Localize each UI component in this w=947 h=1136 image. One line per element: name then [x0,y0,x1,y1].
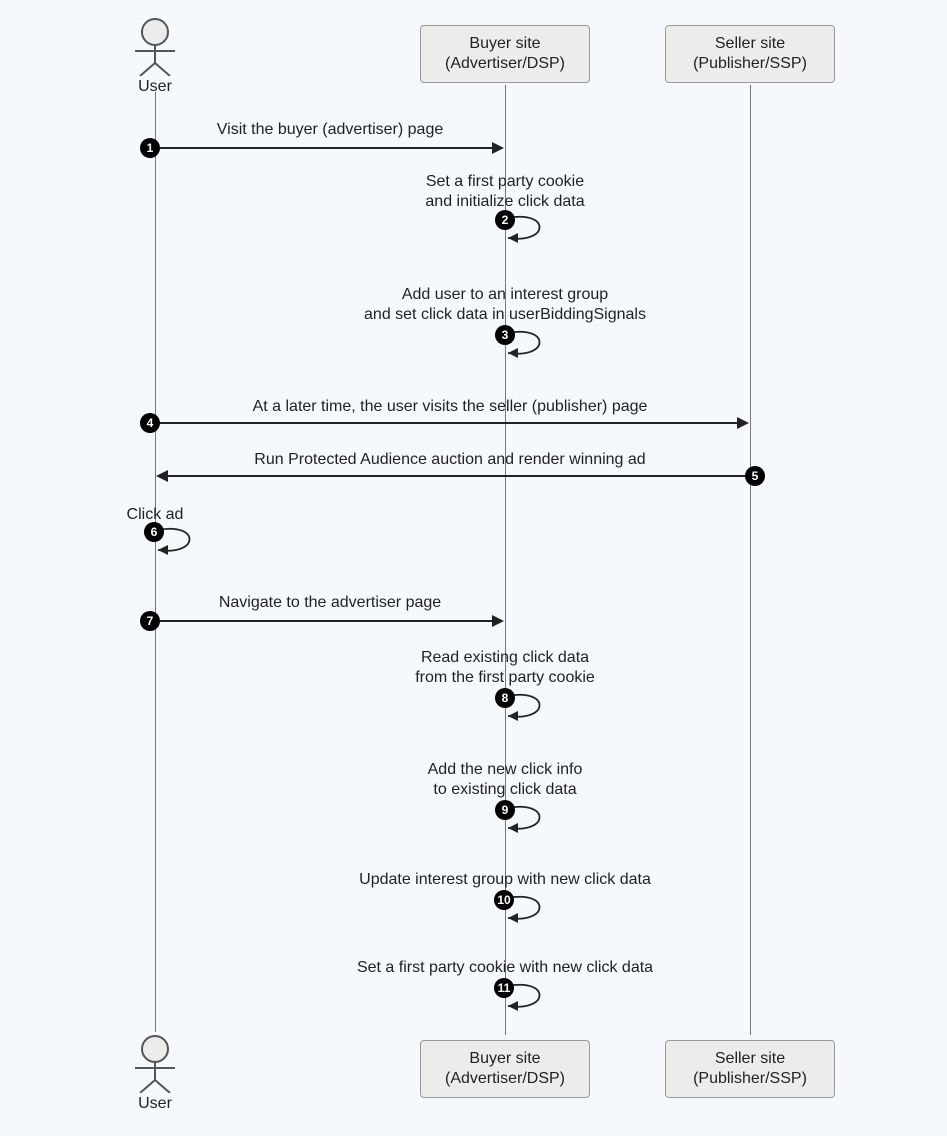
step-8-label: Read existing click data from the first … [390,648,620,688]
seller-participant-bottom: Seller site (Publisher/SSP) [665,1040,835,1098]
seller-participant-top: Seller site (Publisher/SSP) [665,25,835,83]
step-3-label: Add user to an interest group and set cl… [340,285,670,325]
step-6-badge: 6 [144,522,164,542]
step-3-badge: 3 [495,325,515,345]
user-actor-top: User [120,18,190,96]
seller-line2-bottom: (Publisher/SSP) [693,1070,807,1087]
user-actor-bottom: User [120,1035,190,1113]
seller-line1-top: Seller site [715,35,785,52]
step-9-label: Add the new click info to existing click… [400,760,610,800]
user-label-bottom: User [120,1095,190,1113]
step-8-badge: 8 [495,688,515,708]
step-7-arrow [160,620,494,622]
buyer-participant-top: Buyer site (Advertiser/DSP) [420,25,590,83]
step-5-arrow [167,475,747,477]
user-icon [120,18,190,76]
step-1-arrow [160,147,494,149]
buyer-line1-top: Buyer site [469,35,540,52]
step-7-label: Navigate to the advertiser page [205,593,455,613]
step-2-badge: 2 [495,210,515,230]
seller-line1-bottom: Seller site [715,1050,785,1067]
step-7-arrowhead [492,615,504,627]
step-1-label: Visit the buyer (advertiser) page [190,120,470,140]
step-1-badge: 1 [140,138,160,158]
step-4-badge: 4 [140,413,160,433]
buyer-line2-top: (Advertiser/DSP) [445,55,565,72]
step-2-label: Set a first party cookie and initialize … [375,172,635,212]
step-9-badge: 9 [495,800,515,820]
step-10-label: Update interest group with new click dat… [350,870,660,890]
user-label-top: User [120,78,190,96]
step-10-badge: 10 [494,890,514,910]
user-lifeline [155,92,156,1032]
step-1-arrowhead [492,142,504,154]
step-11-badge: 11 [494,978,514,998]
seller-line2-top: (Publisher/SSP) [693,55,807,72]
step-4-label: At a later time, the user visits the sel… [230,397,670,417]
step-11-label: Set a first party cookie with new click … [345,958,665,978]
sequence-diagram: User Buyer site (Advertiser/DSP) Seller … [0,0,947,1136]
step-5-badge: 5 [745,466,765,486]
step-4-arrowhead [737,417,749,429]
step-5-label: Run Protected Audience auction and rende… [230,450,670,470]
buyer-participant-bottom: Buyer site (Advertiser/DSP) [420,1040,590,1098]
user-icon [120,1035,190,1093]
buyer-line2-bottom: (Advertiser/DSP) [445,1070,565,1087]
step-4-arrow [160,422,739,424]
seller-lifeline [750,85,751,1035]
step-5-arrowhead [156,470,168,482]
buyer-line1-bottom: Buyer site [469,1050,540,1067]
step-7-badge: 7 [140,611,160,631]
